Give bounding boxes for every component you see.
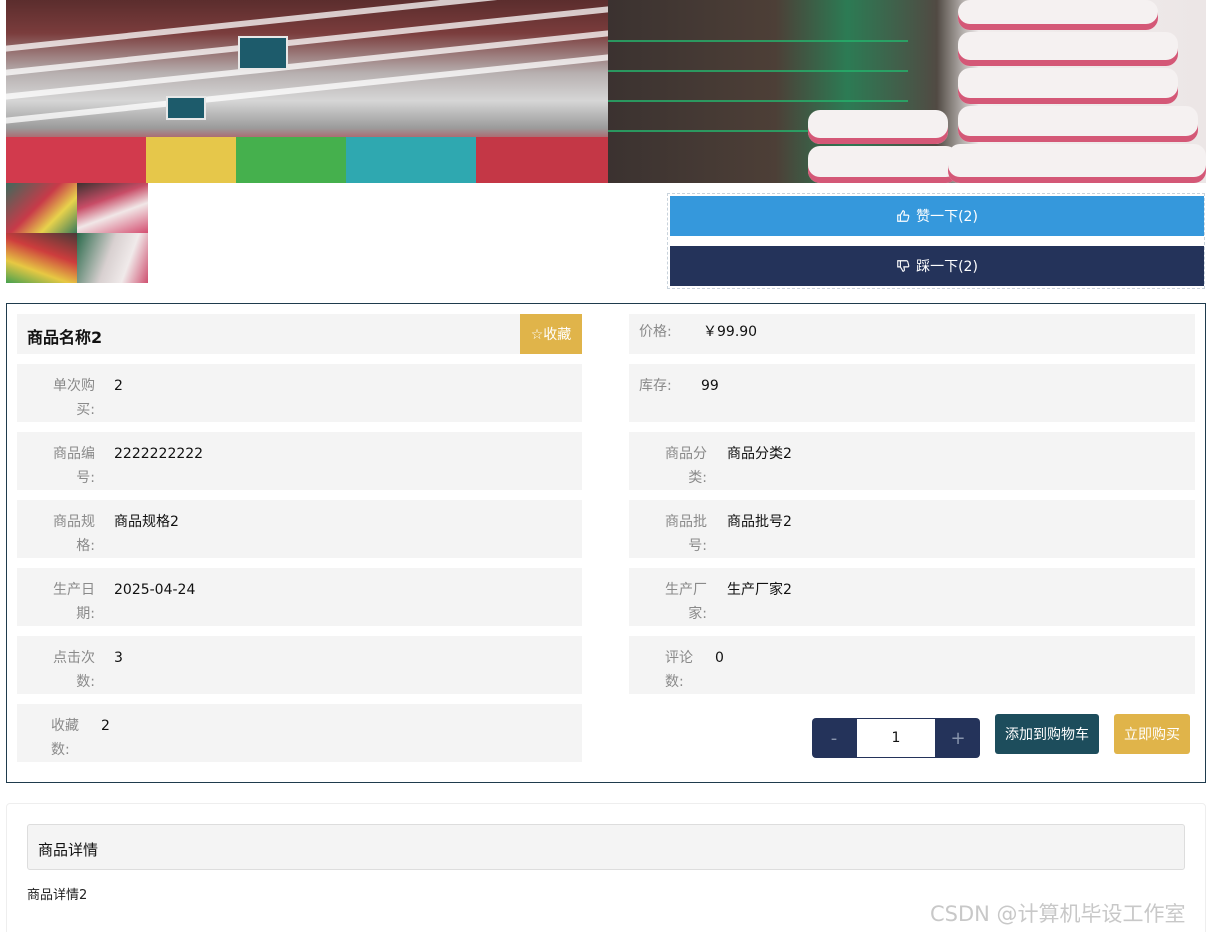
field-value: 2 [114, 378, 123, 394]
add-to-cart-button[interactable]: 添加到购物车 [995, 714, 1099, 754]
buy-now-button[interactable]: 立即购买 [1114, 714, 1190, 754]
field-value: 2 [101, 718, 110, 734]
quantity-stepper: - + [812, 718, 980, 758]
hero-banner-image [6, 0, 1206, 183]
field-value: 商品分类2 [727, 446, 792, 462]
price-row: 价格: ￥99.90 [629, 314, 1195, 354]
description-header: 商品详情 [27, 824, 1185, 870]
thumbnail-3[interactable] [6, 233, 77, 283]
thumbnail-4[interactable] [77, 233, 148, 283]
field-label: 库存: [639, 378, 672, 394]
favorite-count-row: 收藏数: 2 [17, 704, 582, 762]
field-label: 生产日期: [53, 582, 95, 622]
purchase-limit-row: 单次购买: 2 [17, 364, 582, 422]
field-label: 商品分类: [665, 446, 707, 486]
description-content: 商品详情2 [27, 888, 88, 903]
product-spec-row: 商品规格: 商品规格2 [17, 500, 582, 558]
manufacturer-row: 生产厂家: 生产厂家2 [629, 568, 1195, 626]
field-value: 生产厂家2 [727, 582, 792, 598]
decrease-quantity-button[interactable]: - [812, 718, 856, 758]
watermark: CSDN @计算机毕设工作室 [930, 902, 1186, 926]
field-label: 单次购买: [53, 378, 95, 418]
vote-panel: 赞一下(2) 踩一下(2) [667, 193, 1205, 289]
price-label: 价格: [639, 324, 672, 340]
product-code-row: 商品编号: 2222222222 [17, 432, 582, 490]
field-label: 商品规格: [53, 514, 95, 554]
product-name: 商品名称2 [27, 328, 103, 347]
like-label: 赞一下(2) [916, 209, 978, 225]
buy-now-label: 立即购买 [1124, 727, 1180, 743]
field-label: 生产厂家: [665, 582, 707, 622]
thumbnail-1[interactable] [6, 183, 77, 233]
click-count-row: 点击次数: 3 [17, 636, 582, 694]
increase-quantity-button[interactable]: + [936, 718, 980, 758]
field-label: 收藏数: [51, 718, 79, 758]
field-value: 99 [701, 378, 719, 394]
batch-number-row: 商品批号: 商品批号2 [629, 500, 1195, 558]
like-button[interactable]: 赞一下(2) [670, 196, 1204, 236]
thumbnail-gallery [6, 183, 148, 283]
field-value: 3 [114, 650, 123, 666]
stock-row: 库存: 99 [629, 364, 1195, 422]
price-value: ￥99.90 [703, 324, 758, 340]
description-heading: 商品详情 [38, 841, 99, 859]
production-date-row: 生产日期: 2025-04-24 [17, 568, 582, 626]
thumbs-down-icon [897, 260, 910, 272]
comment-count-row: 评论数: 0 [629, 636, 1195, 694]
rice-bags-photo [608, 0, 1206, 183]
product-name-row: 商品名称2 ☆收藏 [17, 314, 582, 354]
product-detail-panel: 商品名称2 ☆收藏 价格: ￥99.90 单次购买: 2 商品编号: 22222… [6, 303, 1206, 783]
category-row: 商品分类: 商品分类2 [629, 432, 1195, 490]
thumbnail-2[interactable] [77, 183, 148, 233]
favorite-label: ☆收藏 [530, 327, 572, 343]
field-label: 点击次数: [53, 650, 95, 690]
supermarket-aisle-photo [6, 0, 608, 183]
field-label: 商品编号: [53, 446, 95, 486]
field-value: 0 [715, 650, 724, 666]
field-value: 商品批号2 [727, 514, 792, 530]
field-label: 商品批号: [665, 514, 707, 554]
field-value: 商品规格2 [114, 514, 179, 530]
quantity-input[interactable] [856, 718, 936, 758]
field-label: 评论数: [665, 650, 693, 690]
field-value: 2222222222 [114, 446, 204, 462]
field-value: 2025-04-24 [114, 582, 196, 598]
add-to-cart-label: 添加到购物车 [1005, 727, 1089, 743]
thumbs-up-icon [897, 210, 910, 222]
dislike-button[interactable]: 踩一下(2) [670, 246, 1204, 286]
dislike-label: 踩一下(2) [916, 259, 978, 275]
favorite-button[interactable]: ☆收藏 [520, 314, 582, 354]
